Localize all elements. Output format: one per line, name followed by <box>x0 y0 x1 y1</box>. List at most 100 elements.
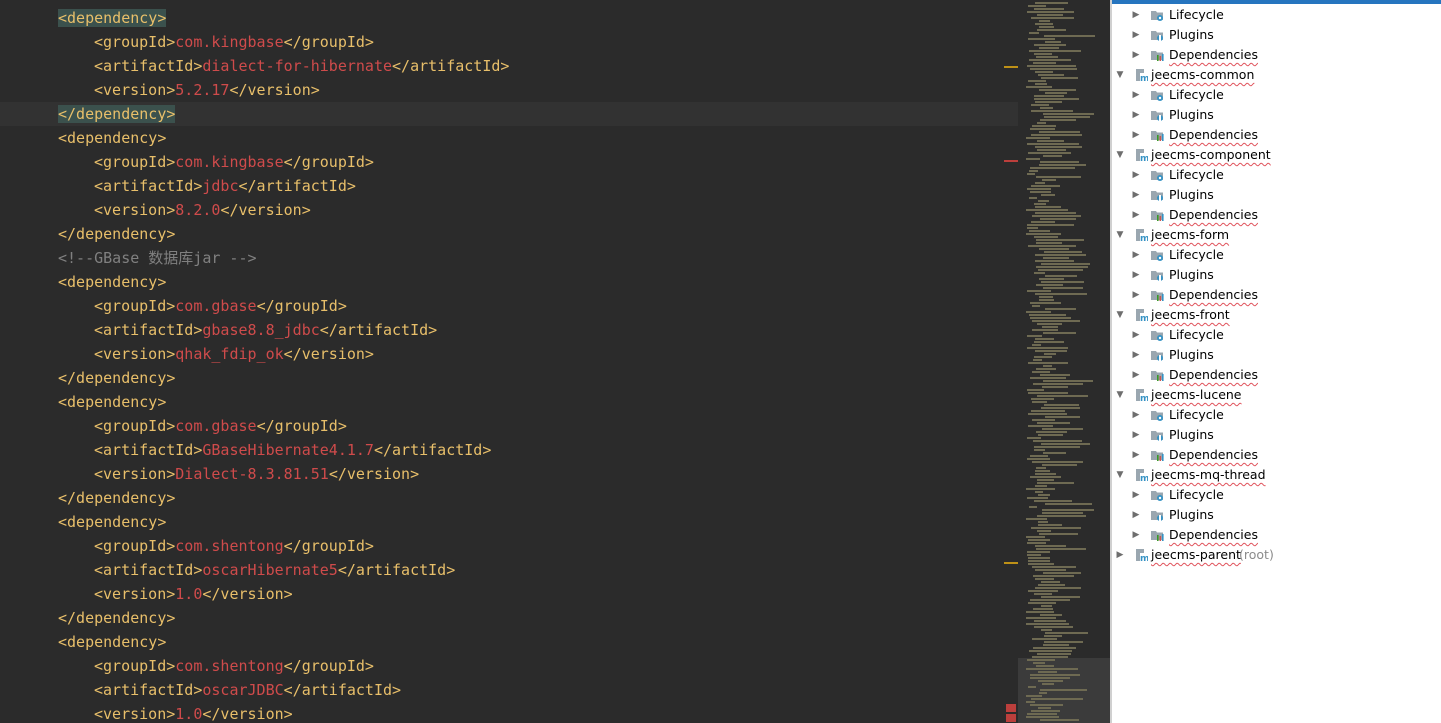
code-line[interactable]: <artifactId>jdbc</artifactId> <box>0 174 1018 198</box>
code-line[interactable]: <groupId>com.shentong</groupId> <box>0 534 1018 558</box>
minimap-line <box>1030 599 1070 601</box>
tree-module-node[interactable]: ▼ m jeecms-front <box>1112 305 1441 325</box>
warning-marker[interactable] <box>1004 66 1018 68</box>
tree-child-node[interactable]: ▶ Lifecycle <box>1112 325 1441 345</box>
tree-module-node[interactable]: ▼ m jeecms-common <box>1112 65 1441 85</box>
collapse-arrow-icon[interactable]: ▶ <box>1130 425 1142 445</box>
tree-child-node[interactable]: ▶ Lifecycle <box>1112 85 1441 105</box>
code-line[interactable]: <dependency> <box>0 390 1018 414</box>
tree-child-node[interactable]: ▶ Lifecycle <box>1112 5 1441 25</box>
tree-child-node[interactable]: ▶ Lifecycle <box>1112 165 1441 185</box>
expand-arrow-icon[interactable]: ▼ <box>1114 465 1126 485</box>
collapse-arrow-icon[interactable]: ▶ <box>1130 405 1142 425</box>
code-line[interactable]: <version>1.0</version> <box>0 582 1018 606</box>
collapse-arrow-icon[interactable]: ▶ <box>1130 285 1142 305</box>
error-marker[interactable] <box>1006 704 1016 712</box>
collapse-arrow-icon[interactable]: ▶ <box>1130 125 1142 145</box>
tree-child-node[interactable]: ▶ Plugins <box>1112 105 1441 125</box>
code-minimap[interactable] <box>1018 0 1111 723</box>
collapse-arrow-icon[interactable]: ▶ <box>1130 205 1142 225</box>
error-marker[interactable] <box>1004 160 1018 162</box>
code-line[interactable]: <artifactId>oscarJDBC</artifactId> <box>0 678 1018 702</box>
tree-child-node[interactable]: ▶ Dependencies <box>1112 285 1441 305</box>
code-line[interactable]: <artifactId>oscarHibernate5</artifactId> <box>0 558 1018 582</box>
code-line[interactable]: </dependency> <box>0 486 1018 510</box>
tree-module-node[interactable]: ▼ m jeecms-component <box>1112 145 1441 165</box>
code-editor[interactable]: <dependency> <groupId>com.kingbase</group… <box>0 0 1018 723</box>
tree-child-node[interactable]: ▶ Dependencies <box>1112 365 1441 385</box>
error-marker[interactable] <box>1006 714 1016 722</box>
code-line[interactable]: <!--GBase 数据库jar --> <box>0 246 1018 270</box>
tree-child-node[interactable]: ▶ Dependencies <box>1112 445 1441 465</box>
code-line[interactable]: <artifactId>dialect-for-hibernate</artif… <box>0 54 1018 78</box>
collapse-arrow-icon[interactable]: ▶ <box>1114 545 1126 565</box>
collapse-arrow-icon[interactable]: ▶ <box>1130 525 1142 545</box>
tree-child-node[interactable]: ▶ Lifecycle <box>1112 485 1441 505</box>
tree-child-node[interactable]: ▶ Dependencies <box>1112 525 1441 545</box>
code-line[interactable]: <dependency> <box>0 270 1018 294</box>
code-line[interactable]: <groupId>com.kingbase</groupId> <box>0 30 1018 54</box>
collapse-arrow-icon[interactable]: ▶ <box>1130 5 1142 25</box>
collapse-arrow-icon[interactable]: ▶ <box>1130 105 1142 125</box>
error-stripe[interactable] <box>1001 0 1018 723</box>
code-line[interactable]: <groupId>com.gbase</groupId> <box>0 414 1018 438</box>
tree-child-node[interactable]: ▶ Plugins <box>1112 505 1441 525</box>
code-line[interactable]: </dependency> <box>0 102 1018 126</box>
code-line[interactable]: <dependency> <box>0 510 1018 534</box>
code-line[interactable]: <groupId>com.gbase</groupId> <box>0 294 1018 318</box>
expand-arrow-icon[interactable]: ▼ <box>1114 145 1126 165</box>
code-line[interactable]: <version>1.0</version> <box>0 702 1018 723</box>
code-line[interactable]: <version>8.2.0</version> <box>0 198 1018 222</box>
tree-child-node[interactable]: ▶ Plugins <box>1112 345 1441 365</box>
collapse-arrow-icon[interactable]: ▶ <box>1130 265 1142 285</box>
expand-arrow-icon[interactable]: ▼ <box>1114 385 1126 405</box>
tree-module-node[interactable]: ▶ m jeecms-parent (root) <box>1112 545 1441 565</box>
tree-child-node[interactable]: ▶ Lifecycle <box>1112 245 1441 265</box>
tree-module-node[interactable]: ▼ m jeecms-mq-thread <box>1112 465 1441 485</box>
code-line[interactable]: </dependency> <box>0 366 1018 390</box>
expand-arrow-icon[interactable]: ▼ <box>1114 225 1126 245</box>
tree-child-node[interactable]: ▶ Dependencies <box>1112 45 1441 65</box>
tree-child-node[interactable]: ▶ Plugins <box>1112 265 1441 285</box>
code-line[interactable]: <version>5.2.17</version> <box>0 78 1018 102</box>
code-line[interactable]: <dependency> <box>0 126 1018 150</box>
tree-child-node[interactable]: ▶ Dependencies <box>1112 125 1441 145</box>
collapse-arrow-icon[interactable]: ▶ <box>1130 345 1142 365</box>
collapse-arrow-icon[interactable]: ▶ <box>1130 485 1142 505</box>
code-line[interactable]: <dependency> <box>0 630 1018 654</box>
collapse-arrow-icon[interactable]: ▶ <box>1130 25 1142 45</box>
collapse-arrow-icon[interactable]: ▶ <box>1130 245 1142 265</box>
code-line[interactable]: <groupId>com.kingbase</groupId> <box>0 150 1018 174</box>
code-line[interactable]: <version>Dialect-8.3.81.51</version> <box>0 462 1018 486</box>
tree-child-node[interactable]: ▶ Plugins <box>1112 25 1441 45</box>
tree-child-node[interactable]: ▶ Dependencies <box>1112 205 1441 225</box>
maven-module-icon: m <box>1134 308 1149 324</box>
code-line[interactable]: <groupId>com.shentong</groupId> <box>0 654 1018 678</box>
collapse-arrow-icon[interactable]: ▶ <box>1130 445 1142 465</box>
minimap-line <box>1036 266 1088 268</box>
tree-child-node[interactable]: ▶ Plugins <box>1112 185 1441 205</box>
collapse-arrow-icon[interactable]: ▶ <box>1130 505 1142 525</box>
warning-marker[interactable] <box>1004 562 1018 564</box>
xml-value: 1.0 <box>175 705 203 723</box>
collapse-arrow-icon[interactable]: ▶ <box>1130 365 1142 385</box>
code-line[interactable]: <artifactId>GBaseHibernate4.1.7</artifac… <box>0 438 1018 462</box>
collapse-arrow-icon[interactable]: ▶ <box>1130 85 1142 105</box>
tree-module-node[interactable]: ▼ m jeecms-lucene <box>1112 385 1441 405</box>
tree-module-node[interactable]: ▼ m jeecms-form <box>1112 225 1441 245</box>
code-line[interactable]: </dependency> <box>0 606 1018 630</box>
minimap-line <box>1034 236 1058 238</box>
collapse-arrow-icon[interactable]: ▶ <box>1130 325 1142 345</box>
collapse-arrow-icon[interactable]: ▶ <box>1130 45 1142 65</box>
collapse-arrow-icon[interactable]: ▶ <box>1130 165 1142 185</box>
code-line[interactable]: <artifactId>gbase8.8_jdbc</artifactId> <box>0 318 1018 342</box>
expand-arrow-icon[interactable]: ▼ <box>1114 305 1126 325</box>
collapse-arrow-icon[interactable]: ▶ <box>1130 185 1142 205</box>
code-line[interactable]: <dependency> <box>0 6 1018 30</box>
code-line[interactable]: <version>qhak_fdip_ok</version> <box>0 342 1018 366</box>
code-line[interactable]: </dependency> <box>0 222 1018 246</box>
tree-child-node[interactable]: ▶ Plugins <box>1112 425 1441 445</box>
minimap-line <box>1028 539 1050 541</box>
expand-arrow-icon[interactable]: ▼ <box>1114 65 1126 85</box>
tree-child-node[interactable]: ▶ Lifecycle <box>1112 405 1441 425</box>
